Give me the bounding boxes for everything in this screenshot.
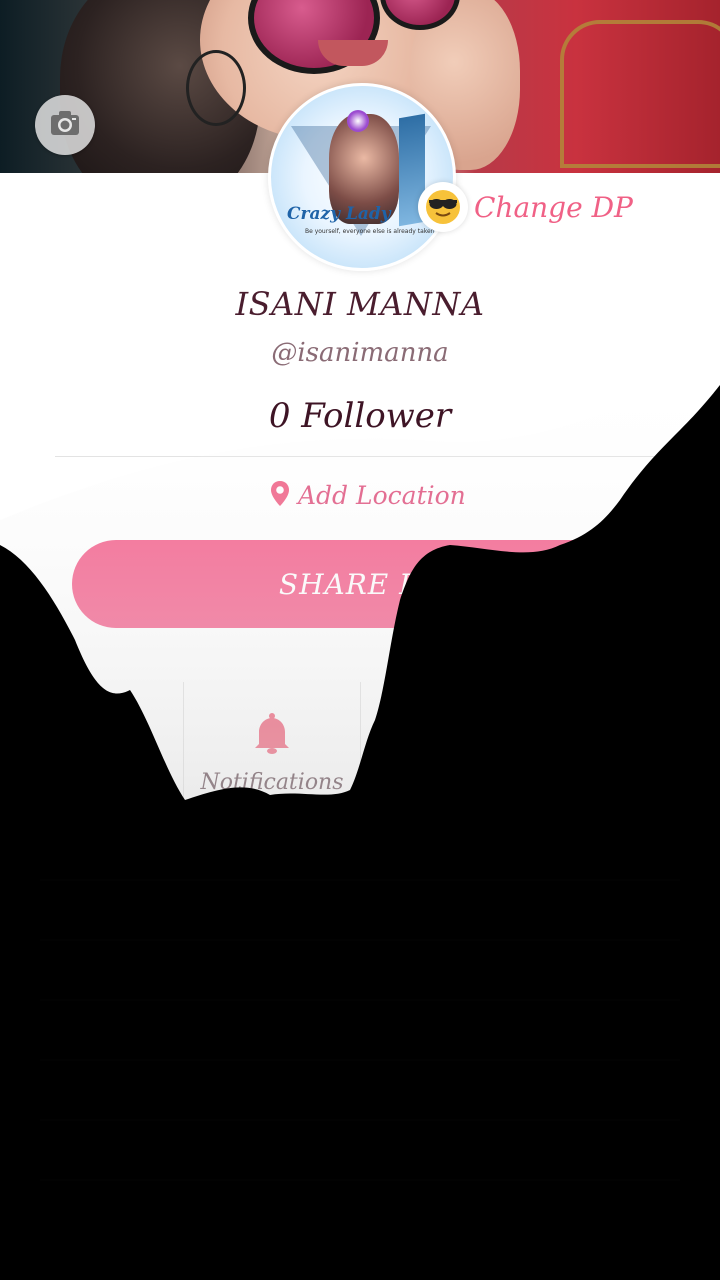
add-location-label: Add Location	[298, 481, 466, 510]
menu-grid: Notifications	[40, 660, 680, 820]
follower-count[interactable]: 0 Follower	[0, 396, 720, 436]
profile-name: ISANI MANNA	[235, 285, 485, 323]
profile-avatar[interactable]: Crazy Lady Be yourself, everyone else is…	[268, 83, 456, 271]
change-cover-button[interactable]	[35, 95, 95, 155]
camera-icon	[50, 110, 80, 140]
share-profile-button[interactable]: SHARE PR	[72, 540, 648, 628]
divider	[55, 456, 665, 457]
cover-earring	[186, 50, 246, 126]
avatar-flower	[347, 110, 369, 132]
bell-icon	[253, 712, 291, 758]
change-dp-button[interactable]: Change DP	[418, 182, 633, 232]
menu-item-notifications[interactable]: Notifications	[183, 682, 361, 802]
avatar-brand-text: Crazy Lady	[287, 204, 391, 224]
add-location-button[interactable]: Add Location	[270, 480, 466, 511]
profile-screen: Crazy Lady Be yourself, everyone else is…	[0, 0, 720, 1280]
sunglasses-emoji-icon	[418, 182, 468, 232]
profile-handle: @isanimanna	[271, 338, 449, 368]
avatar-tagline: Be yourself, everyone else is already ta…	[305, 228, 435, 235]
change-dp-label: Change DP	[474, 190, 633, 224]
location-pin-icon	[270, 480, 290, 511]
menu-item-label: Notifications	[200, 770, 344, 795]
cover-bed-frame	[560, 20, 720, 168]
